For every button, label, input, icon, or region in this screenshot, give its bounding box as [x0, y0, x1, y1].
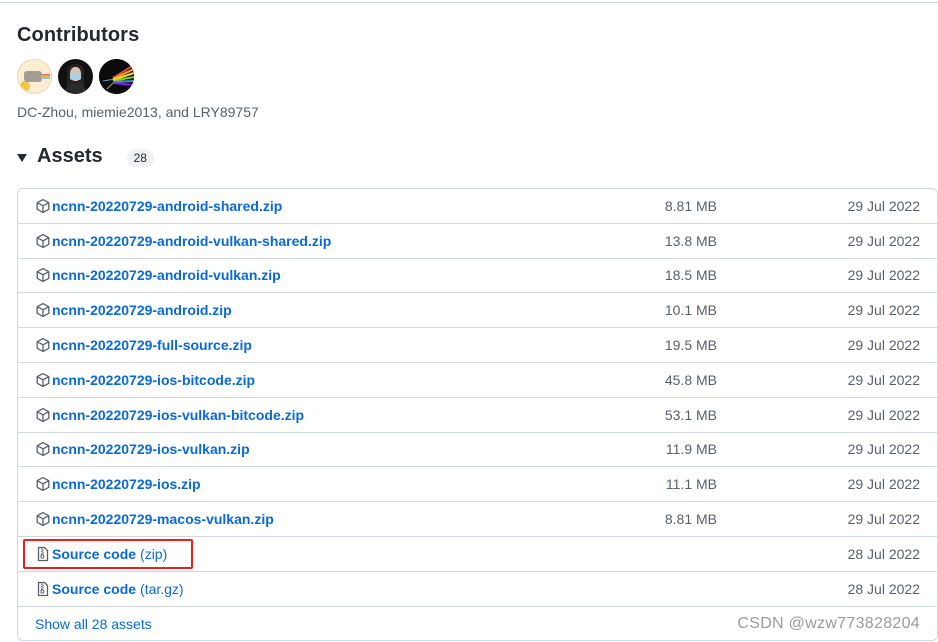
asset-name: ncnn-20220729-ios-vulkan.zip: [52, 441, 250, 458]
asset-size: 53.1 MB: [664, 406, 717, 423]
asset-date: 29 Jul 2022: [847, 406, 920, 423]
asset-size: 18.5 MB: [664, 267, 717, 284]
avatar-miemie2013[interactable]: [58, 59, 93, 94]
caret-down-icon: [17, 153, 27, 162]
asset-name: ncnn-20220729-ios.zip: [52, 476, 201, 493]
asset-date: 29 Jul 2022: [847, 511, 920, 528]
asset-date: 29 Jul 2022: [847, 337, 920, 354]
asset-size: 45.8 MB: [664, 371, 717, 388]
package-icon: [35, 233, 52, 249]
asset-date: 29 Jul 2022: [847, 267, 920, 284]
asset-size: 19.5 MB: [664, 337, 717, 354]
file-zip-icon: [35, 546, 52, 562]
asset-row: ncnn-20220729-ios-vulkan.zip 11.9 MB 29 Ju…: [18, 433, 937, 468]
contributors-avatars: [17, 59, 134, 94]
asset-date: 29 Jul 2022: [847, 476, 920, 493]
asset-name: ncnn-20220729-ios-vulkan-bitcode.zip: [52, 406, 305, 423]
package-icon: [35, 372, 52, 388]
asset-name: ncnn-20220729-android-vulkan.zip: [52, 267, 281, 284]
section-divider: [0, 2, 938, 3]
assets-list: ncnn-20220729-android-shared.zip 8.81 MB 2…: [17, 188, 938, 641]
asset-link[interactable]: ncnn-20220729-android-vulkan.zip: [35, 267, 281, 283]
assets-toggle[interactable]: Assets 28: [17, 145, 154, 168]
asset-date: 28 Jul 2022: [847, 580, 920, 597]
file-zip-icon: [35, 581, 52, 597]
asset-row: ncnn-20220729-ios-bitcode.zip 45.8 MB 29 J…: [18, 363, 937, 398]
asset-row: ncnn-20220729-ios.zip 11.1 MB 29 Jul 2022: [18, 467, 937, 503]
package-icon: [35, 476, 52, 492]
contributors-heading: Contributors: [17, 24, 140, 46]
asset-link[interactable]: ncnn-20220729-ios-bitcode.zip: [35, 372, 255, 388]
assets-heading: Assets: [37, 145, 103, 167]
asset-row: ncnn-20220729-android.zip 10.1 MB 29 Jul 2…: [18, 293, 937, 329]
asset-size: 11.9 MB: [665, 441, 717, 458]
avatar-prism-icon: [99, 59, 134, 94]
package-icon: [35, 337, 52, 353]
asset-link[interactable]: ncnn-20220729-ios-vulkan-bitcode.zip: [35, 407, 304, 423]
contributors-names: DC-Zhou, miemie2013, and LRY89757: [17, 104, 259, 120]
asset-size: 13.8 MB: [664, 232, 717, 249]
avatar-cat-icon: [20, 81, 30, 91]
source-code-link[interactable]: Source code (tar.gz): [35, 581, 184, 597]
source-code-row: Source code (zip) 28 Jul 2022: [18, 537, 937, 572]
show-all-assets-link[interactable]: Show all 28 assets: [35, 616, 152, 632]
asset-row: ncnn-20220729-macos-vulkan.zip 8.81 MB 29 …: [18, 502, 937, 537]
asset-link[interactable]: ncnn-20220729-full-source.zip: [35, 337, 252, 353]
asset-date: 29 Jul 2022: [847, 302, 920, 319]
asset-date: 28 Jul 2022: [847, 545, 920, 562]
asset-size: 11.1 MB: [665, 476, 717, 493]
asset-row: ncnn-20220729-full-source.zip 19.5 MB 29 J…: [18, 328, 937, 363]
asset-link[interactable]: ncnn-20220729-android-shared.zip: [35, 198, 282, 214]
source-code-label: Source code: [52, 545, 137, 562]
package-icon: [35, 441, 52, 457]
source-code-row: Source code (tar.gz) 28 Jul 2022: [18, 572, 937, 607]
show-all-row: Show all 28 assets CSDN @wzw773828204: [18, 607, 937, 641]
asset-date: 29 Jul 2022: [847, 371, 920, 388]
asset-row: ncnn-20220729-android-vulkan-shared.zip 1…: [18, 224, 937, 259]
asset-date: 29 Jul 2022: [847, 232, 920, 249]
asset-row: ncnn-20220729-ios-vulkan-bitcode.zip 53.1…: [18, 398, 937, 433]
asset-link[interactable]: ncnn-20220729-android.zip: [35, 302, 232, 318]
source-code-link[interactable]: Source code (zip): [35, 546, 167, 562]
source-code-format: (tar.gz): [140, 580, 184, 597]
asset-link[interactable]: ncnn-20220729-android-vulkan-shared.zip: [35, 233, 331, 249]
package-icon: [35, 407, 52, 423]
asset-row: ncnn-20220729-android-vulkan.zip 18.5 MB 2…: [18, 259, 937, 294]
asset-date: 29 Jul 2022: [847, 441, 920, 458]
asset-date: 29 Jul 2022: [847, 197, 920, 214]
package-icon: [35, 302, 52, 318]
source-code-label: Source code: [52, 580, 137, 597]
asset-size: 10.1 MB: [664, 302, 717, 319]
asset-link[interactable]: ncnn-20220729-ios-vulkan.zip: [35, 441, 250, 457]
asset-name: ncnn-20220729-android-shared.zip: [52, 197, 283, 214]
package-icon: [35, 198, 52, 214]
package-icon: [35, 511, 52, 527]
asset-name: ncnn-20220729-ios-bitcode.zip: [52, 371, 256, 388]
asset-name: ncnn-20220729-android.zip: [52, 302, 232, 319]
asset-link[interactable]: ncnn-20220729-ios.zip: [35, 476, 201, 492]
assets-count-badge: 28: [126, 149, 154, 167]
asset-name: ncnn-20220729-macos-vulkan.zip: [52, 511, 274, 528]
asset-size: 8.81 MB: [664, 511, 717, 528]
package-icon: [35, 267, 52, 283]
avatar-lry89757[interactable]: [99, 59, 134, 94]
asset-name: ncnn-20220729-full-source.zip: [52, 337, 252, 354]
asset-name: ncnn-20220729-android-vulkan-shared.zip: [52, 232, 332, 249]
watermark: CSDN @wzw773828204: [737, 614, 920, 632]
avatar-dc-zhou[interactable]: [17, 59, 52, 94]
asset-row: ncnn-20220729-android-shared.zip 8.81 MB 2…: [18, 189, 937, 224]
asset-link[interactable]: ncnn-20220729-macos-vulkan.zip: [35, 511, 274, 527]
source-code-format: (zip): [140, 545, 168, 562]
asset-size: 8.81 MB: [664, 197, 717, 214]
